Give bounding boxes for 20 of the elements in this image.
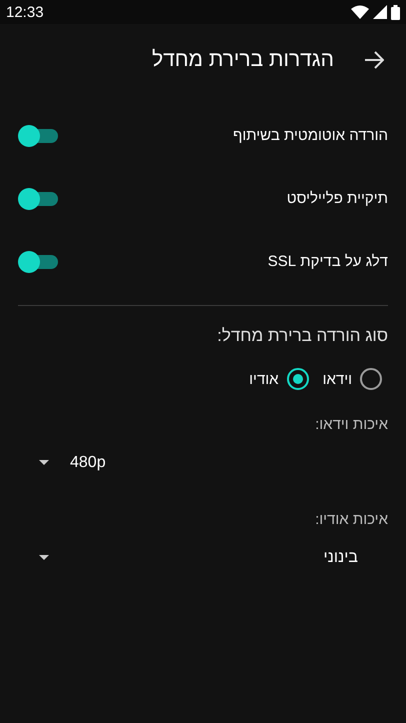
battery-icon	[391, 4, 400, 20]
wifi-icon	[351, 5, 369, 19]
signal-icon	[373, 5, 387, 19]
radio-option[interactable]: אודיו	[249, 368, 309, 390]
dropdown-label: איכות וידאו:	[314, 416, 389, 433]
switch-label: הורדה אוטומטית בשיתוף	[232, 127, 388, 144]
section-title: סוג הורדה ברירת מחדל:	[216, 325, 389, 346]
status-time: 12:33	[6, 4, 44, 20]
switch-label: דלג על בדיקת SSL	[268, 253, 388, 270]
toolbar-title: הגדרות ברירת מחדל	[152, 48, 334, 72]
switch-label: תיקיית פלייליסט	[286, 190, 388, 207]
radio-button[interactable]	[286, 368, 309, 390]
dropdown[interactable]: 480p	[38, 439, 386, 487]
radio-option[interactable]: וידאו	[322, 368, 382, 390]
dropdown-label: איכות אודיו:	[314, 511, 389, 528]
back-arrow-icon[interactable]	[364, 51, 384, 69]
radio-button[interactable]	[360, 368, 382, 390]
dropdown[interactable]: בינוני	[38, 534, 386, 582]
caret-icon	[38, 554, 50, 562]
caret-icon	[38, 459, 50, 467]
